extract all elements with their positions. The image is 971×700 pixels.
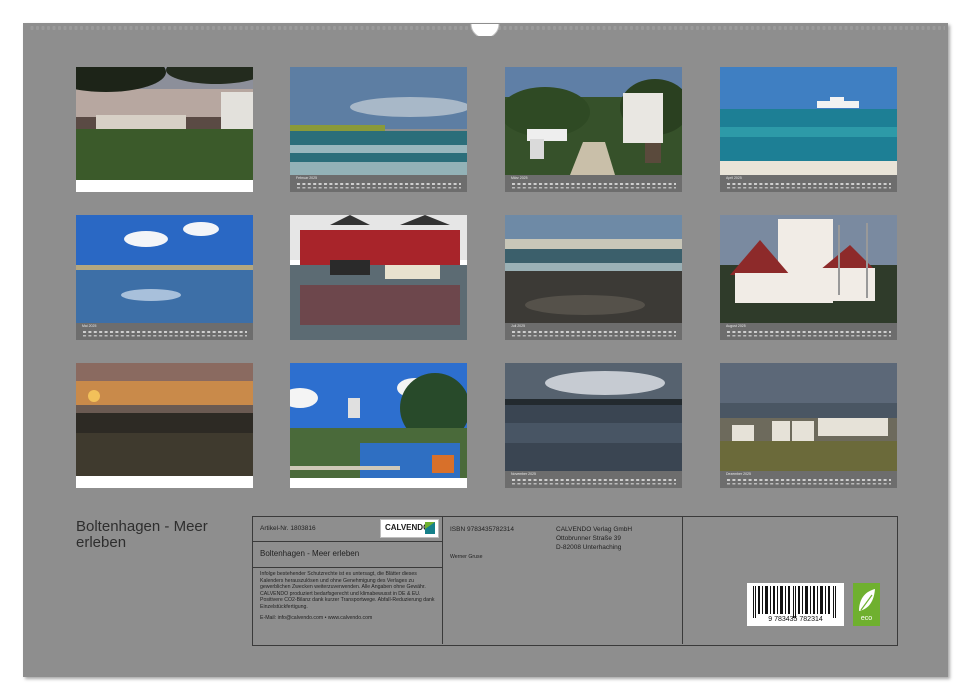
article-number: Artikel-Nr. 1803816 xyxy=(260,525,316,532)
divider xyxy=(442,516,443,644)
eco-label: eco xyxy=(853,583,880,626)
eco-text: eco xyxy=(860,615,873,622)
divider xyxy=(682,516,683,644)
logo-text: CALVENDO xyxy=(385,523,429,532)
month-label: März 2025 xyxy=(511,176,528,180)
month-label: Mai 2025 xyxy=(82,324,97,328)
photo-thumb-january xyxy=(76,67,253,192)
month-label: April 2025 xyxy=(726,176,742,180)
photo-thumb-may: Mai 2025 xyxy=(76,215,253,340)
contact-text: E-Mail: info@calvendo.com • www.calvendo… xyxy=(260,615,373,621)
photo-thumb-february: Februar 2025 xyxy=(290,67,467,192)
photo-thumb-march: März 2025 xyxy=(505,67,682,192)
photo-thumb-august: August 2025 xyxy=(720,215,897,340)
month-label: November 2025 xyxy=(511,472,536,476)
month-label: Juli 2025 xyxy=(511,324,526,328)
hanger-hook xyxy=(470,14,500,39)
legal-text: Infolge bestehender Schutzrechte ist es … xyxy=(260,571,435,610)
isbn: ISBN 9783435782314 xyxy=(450,526,514,533)
photo-thumb-november: November 2025 xyxy=(505,363,682,488)
photo-thumb-october xyxy=(290,363,467,488)
photo-thumb-june xyxy=(290,215,467,340)
photo-thumb-july: Juli 2025 xyxy=(505,215,682,340)
month-label: August 2025 xyxy=(726,324,746,328)
publisher-address: CALVENDO Verlag GmbH Ottobrunner Straße … xyxy=(556,525,632,552)
divider xyxy=(252,541,442,542)
publisher-street: Ottobrunner Straße 39 xyxy=(556,535,622,542)
month-label: Dezember 2025 xyxy=(726,472,751,476)
publisher-name: CALVENDO Verlag GmbH xyxy=(556,526,633,533)
barcode-digits: 9 783435 782314 xyxy=(768,616,823,623)
publisher-city: D-82008 Unterhaching xyxy=(556,544,622,551)
calendar-subtitle: Boltenhagen - Meer erleben xyxy=(260,549,360,558)
calendar-title: Boltenhagen - Meer erleben xyxy=(76,518,208,551)
author: Werner Gruse xyxy=(450,554,483,560)
month-label: Februar 2025 xyxy=(296,176,318,180)
barcode: 9 783435 782314 xyxy=(747,583,844,626)
photo-thumb-december: Dezember 2025 xyxy=(720,363,897,488)
photo-thumb-april: April 2025 xyxy=(720,67,897,192)
calvendo-logo: CALVENDO xyxy=(380,519,439,538)
photo-thumb-september xyxy=(76,363,253,488)
divider xyxy=(252,567,442,568)
